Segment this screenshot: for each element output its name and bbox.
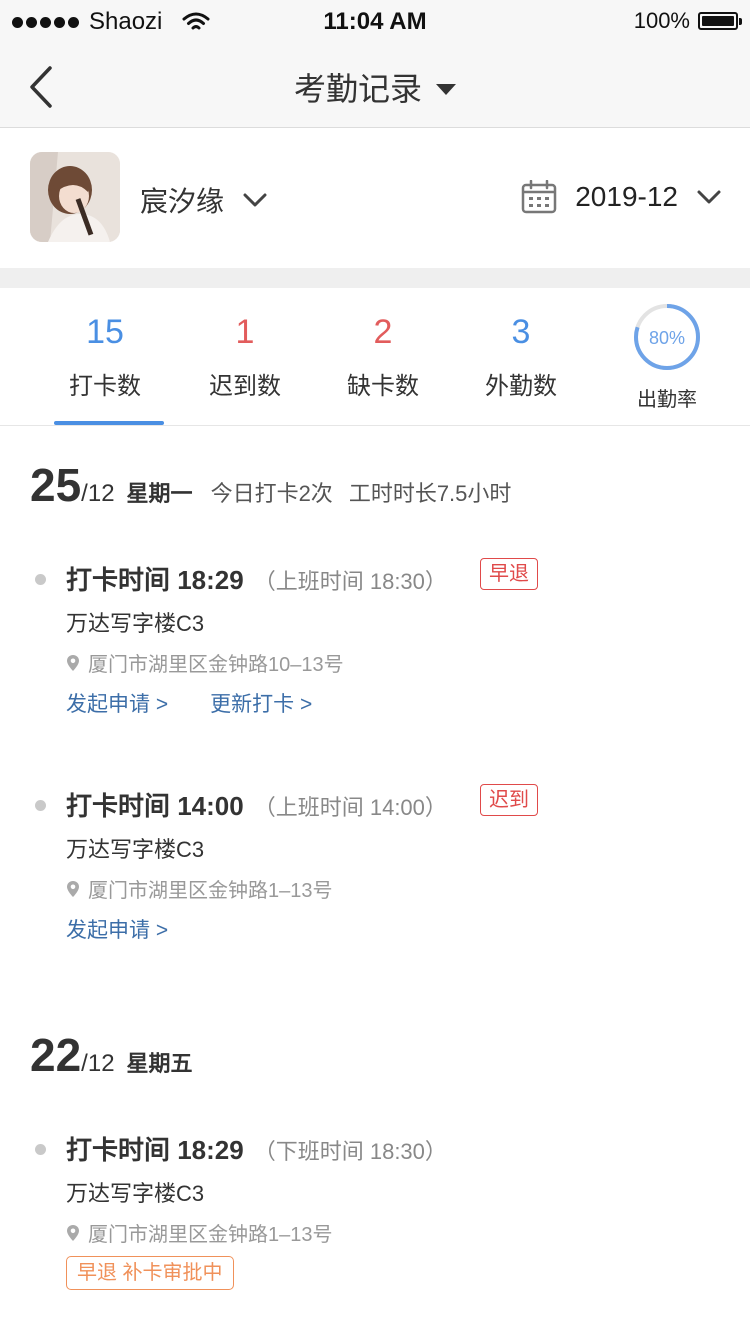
timeline-dot xyxy=(35,574,46,585)
record-time-value: 打卡时间 18:29 xyxy=(66,565,244,595)
stat-value: 2 xyxy=(373,313,393,351)
stat-late[interactable]: 1 迟到数 xyxy=(190,314,300,401)
status-bar: Shaozi 11:04 AM 100% xyxy=(0,0,750,46)
record-time: 打卡时间 18:29 （下班时间 18:30） xyxy=(66,1130,447,1167)
record-building: 万达写字楼C3 xyxy=(66,611,205,636)
stats-bar: 15 打卡数 1 迟到数 2 缺卡数 3 外勤数 80% 出勤率 xyxy=(0,288,750,426)
record-time: 打卡时间 14:00 （上班时间 14:00） xyxy=(66,786,447,823)
selected-month: 2019-12 xyxy=(575,181,678,212)
record-building: 万达写字楼C3 xyxy=(66,837,205,862)
timeline-dot xyxy=(35,1144,46,1155)
update-checkin-link[interactable]: 更新打卡 > xyxy=(210,688,312,718)
record-address: 厦门市湖里区金钟路10–13号 xyxy=(66,648,344,677)
nav-bar: 考勤记录 xyxy=(0,46,750,128)
month-selector[interactable]: 2019-12 xyxy=(521,180,722,214)
user-name: 宸汐缘 xyxy=(140,186,225,217)
stat-label: 迟到数 xyxy=(209,373,281,400)
timeline-dot xyxy=(35,800,46,811)
stat-label: 打卡数 xyxy=(69,373,141,400)
record-actions: 发起申请 > xyxy=(66,914,168,944)
chevron-down-icon xyxy=(243,193,267,207)
battery-icon xyxy=(698,12,742,30)
location-pin-icon xyxy=(67,880,79,897)
stat-value: 3 xyxy=(511,313,531,351)
day-checkin-count: 今日打卡2次 xyxy=(210,481,333,506)
status-badge: 早退 xyxy=(480,558,538,590)
record-time-value: 打卡时间 18:29 xyxy=(66,1135,244,1165)
approval-status-badge[interactable]: 早退 补卡审批中 xyxy=(66,1256,234,1290)
record-time: 打卡时间 18:29 （上班时间 18:30） xyxy=(66,560,447,597)
user-selector[interactable]: 宸汐缘 xyxy=(140,180,268,220)
stat-missing[interactable]: 2 缺卡数 xyxy=(328,314,438,401)
record-address: 厦门市湖里区金钟路1–13号 xyxy=(66,1218,333,1247)
record-shift-time: （上班时间 18:30） xyxy=(253,569,447,594)
calendar-icon xyxy=(521,180,557,214)
apply-link[interactable]: 发起申请 > xyxy=(66,688,168,718)
record-address-text: 厦门市湖里区金钟路1–13号 xyxy=(88,1224,333,1246)
day-work-hours: 工时时长7.5小时 xyxy=(348,481,512,506)
chevron-down-icon xyxy=(697,190,721,204)
day-header: 22 /12 星期五 xyxy=(30,1028,211,1082)
attendance-rate[interactable]: 80% 出勤率 xyxy=(622,302,712,412)
avatar-photo xyxy=(30,152,120,242)
avatar[interactable] xyxy=(30,152,120,242)
section-divider xyxy=(0,268,750,288)
record-actions: 发起申请 > 更新打卡 > xyxy=(66,688,312,718)
record-time-value: 打卡时间 14:00 xyxy=(66,791,244,821)
stat-value: 15 xyxy=(86,313,124,351)
stat-value: 1 xyxy=(235,313,255,351)
stat-checkins[interactable]: 15 打卡数 xyxy=(50,314,160,401)
record-shift-time: （上班时间 14:00） xyxy=(253,795,447,820)
page-title: 考勤记录 xyxy=(293,71,422,107)
day-number: 22 xyxy=(30,1029,82,1081)
stat-label: 缺卡数 xyxy=(347,373,419,400)
record-building: 万达写字楼C3 xyxy=(66,1181,205,1206)
caret-down-icon xyxy=(436,84,456,96)
day-number: 25 xyxy=(30,459,82,511)
status-badge: 迟到 xyxy=(480,784,538,816)
day-weekday: 星期五 xyxy=(126,1051,193,1076)
day-month: /12 xyxy=(81,1050,115,1077)
day-header: 25 /12 星期一 今日打卡2次 工时时长7.5小时 xyxy=(30,458,527,512)
record-address: 厦门市湖里区金钟路1–13号 xyxy=(66,874,333,903)
record-address-text: 厦门市湖里区金钟路10–13号 xyxy=(88,654,344,676)
page-title-dropdown[interactable]: 考勤记录 xyxy=(0,64,750,110)
record-address-text: 厦门市湖里区金钟路1–13号 xyxy=(88,880,333,902)
stat-label: 外勤数 xyxy=(485,373,557,400)
record-shift-time: （下班时间 18:30） xyxy=(253,1139,447,1164)
user-row: 宸汐缘 2019-12 xyxy=(0,128,750,268)
attendance-rate-label: 出勤率 xyxy=(637,389,697,411)
tab-indicator xyxy=(54,421,164,425)
day-month: /12 xyxy=(81,480,115,507)
day-weekday: 星期一 xyxy=(126,481,193,506)
attendance-ring: 80% xyxy=(634,304,700,370)
stat-field[interactable]: 3 外勤数 xyxy=(466,314,576,401)
apply-link[interactable]: 发起申请 > xyxy=(66,914,168,944)
location-pin-icon xyxy=(67,1224,79,1241)
battery-label: 100% xyxy=(633,8,690,33)
status-right: 100% xyxy=(633,8,742,34)
location-pin-icon xyxy=(67,654,79,671)
attendance-rate-value: 80% xyxy=(649,328,685,348)
